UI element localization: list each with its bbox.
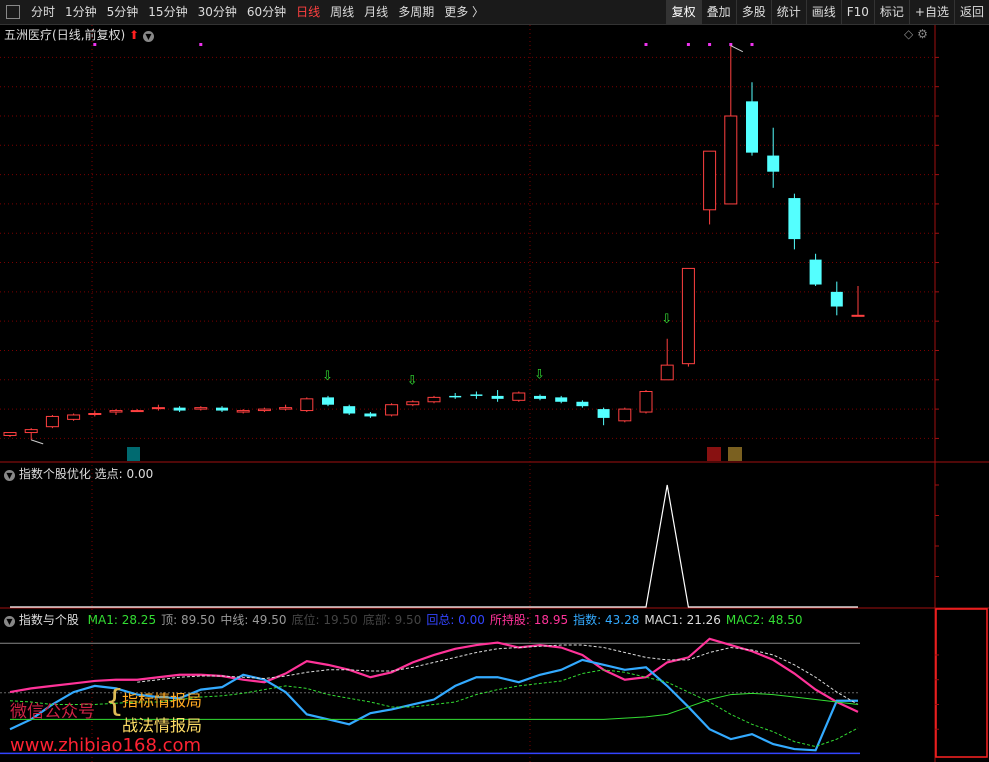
candle-body: [724, 115, 738, 205]
candle-body: [67, 414, 81, 420]
low-pointer: [31, 439, 44, 445]
watermark-line2: 战法情报局: [122, 716, 203, 735]
candle-body: [257, 408, 271, 412]
candle-body: [767, 155, 780, 172]
signal-dot: [644, 43, 648, 46]
stock-chart: ⇩ ⇩ ⇩ ⇩: [0, 25, 989, 762]
candle-body: [427, 396, 441, 403]
down-arrow-icon: ⇩: [661, 312, 672, 327]
candle-body: [279, 407, 293, 410]
axis-highlight-box: [935, 608, 988, 758]
candle-body: [151, 407, 165, 410]
candle-body: [109, 410, 123, 413]
candle-body: [703, 150, 717, 211]
candle-body: [555, 397, 568, 402]
down-arrow-icon: ⇩: [407, 373, 418, 388]
signal-dot: [750, 43, 754, 46]
candle-body: [639, 391, 653, 413]
high-pointer: [730, 45, 744, 53]
candle-body: [681, 267, 695, 365]
candle-body: [746, 101, 758, 153]
candle-body: [364, 413, 377, 417]
candle-body: [470, 394, 483, 396]
down-arrow-icon: ⇩: [534, 367, 545, 382]
signal-dot: [199, 43, 203, 46]
signal-dot: [708, 43, 712, 46]
candle-body: [216, 407, 228, 411]
signal-dot: [686, 43, 690, 46]
jie-marker-bg: [127, 447, 140, 461]
watermark-url: www.zhibiao168.com: [10, 735, 202, 756]
candle-body: [660, 364, 674, 381]
candle-body: [3, 432, 17, 436]
candle-body: [576, 401, 589, 407]
candle-body: [236, 410, 250, 413]
watermark-line1: 指标情报局: [122, 691, 203, 710]
candle-body: [449, 395, 462, 398]
candle-body: [24, 429, 38, 434]
candle-body: [300, 398, 314, 412]
candle-body: [406, 401, 420, 406]
candle-body: [130, 410, 144, 413]
candle-body: [173, 407, 186, 411]
signal-dot: [729, 43, 733, 46]
signal-dot: [93, 43, 97, 46]
bang-marker-bg: [728, 447, 742, 461]
candle-body: [618, 408, 632, 422]
candle-body: [534, 395, 546, 399]
candle-body: [194, 407, 208, 410]
candle-body: [851, 314, 865, 317]
candle-body: [830, 291, 843, 307]
watermark-wechat: 微信公众号: [10, 702, 95, 722]
candle-body: [385, 404, 399, 416]
candle-body: [491, 395, 504, 399]
candle-body: [322, 397, 334, 405]
candle-body: [88, 413, 102, 415]
candle-body: [788, 198, 801, 240]
down-arrow-icon: ⇩: [322, 369, 333, 384]
signal-line: [10, 484, 858, 608]
zhang-marker-bg: [707, 447, 721, 461]
candle-body: [512, 392, 526, 401]
candle-body: [597, 409, 610, 418]
candle-body: [45, 415, 59, 428]
candle-body: [809, 259, 822, 285]
candle-body: [343, 406, 356, 414]
